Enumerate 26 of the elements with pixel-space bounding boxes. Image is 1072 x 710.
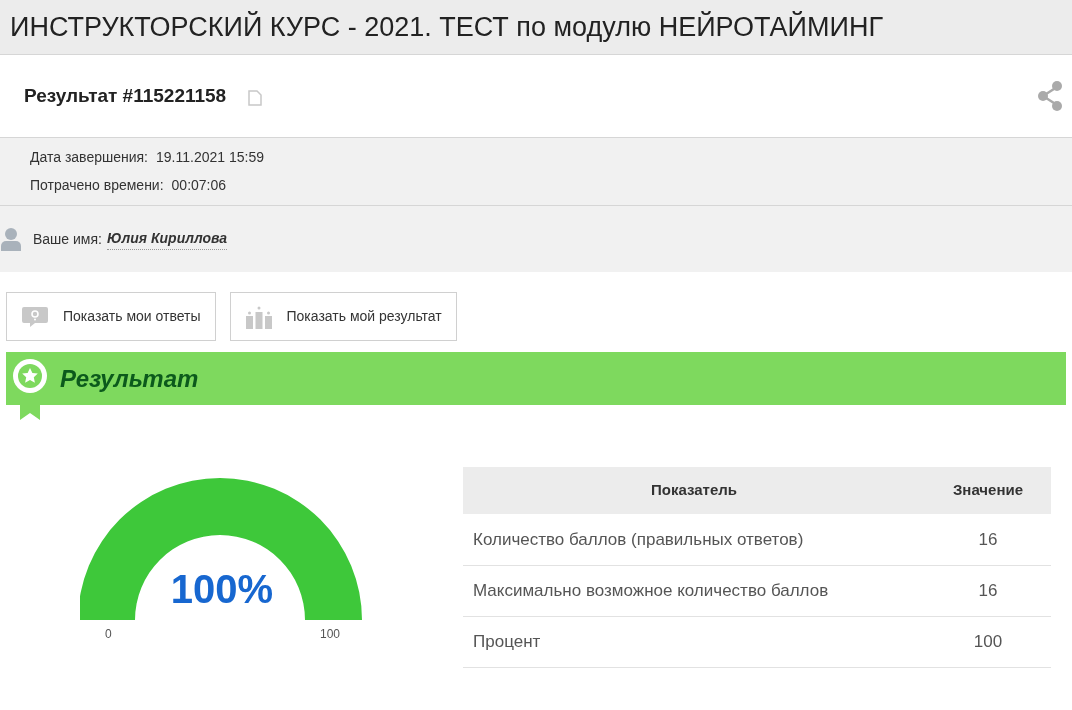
copy-icon[interactable] <box>248 90 263 106</box>
table-cell: Процент <box>463 616 925 667</box>
user-icon <box>0 227 22 251</box>
table-cell: Максимально возможное количество баллов <box>463 565 925 616</box>
table-cell: Количество баллов (правильных ответов) <box>463 514 925 565</box>
detail-label: Дата завершения: <box>30 148 148 167</box>
gauge-min-label: 0 <box>105 626 112 643</box>
section-title: Результат <box>60 363 199 394</box>
detail-value: 19.11.2021 15:59 <box>156 148 264 167</box>
page-title: ИНСТРУКТОРСКИЙ КУРС - 2021. ТЕСТ по модулю НЕЙРОТАЙМИНГ <box>10 10 884 44</box>
question-bubble-icon <box>21 305 49 328</box>
gauge-value: 100% <box>169 569 275 609</box>
table-cell: 16 <box>925 514 1051 565</box>
table-cell: 16 <box>925 565 1051 616</box>
table-cell: 100 <box>925 616 1051 667</box>
detail-value: 00:07:06 <box>171 176 227 195</box>
result-title: Результат #115221158 <box>24 83 227 108</box>
column-header: Значение <box>925 467 1051 514</box>
gauge-max-label: 100 <box>320 626 341 643</box>
detail-label: Потрачено времени: <box>30 176 164 195</box>
user-label: Ваше имя: <box>33 229 102 249</box>
share-icon[interactable] <box>1036 80 1064 112</box>
show-button[interactable]: Показать мой результат <box>229 292 457 341</box>
user-name: Юлия Кириллова <box>106 228 228 250</box>
column-header: Показатель <box>463 467 925 514</box>
show-button[interactable]: Показать мои ответы <box>6 292 216 341</box>
